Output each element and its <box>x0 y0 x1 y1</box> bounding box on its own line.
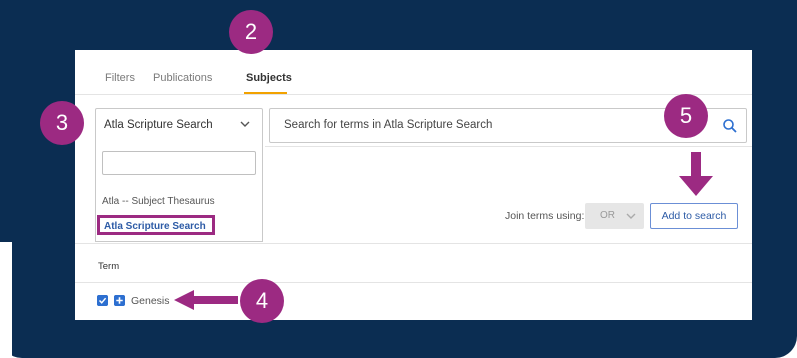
option-subject-thesaurus[interactable]: Atla -- Subject Thesaurus <box>102 196 215 207</box>
arrow-down-icon <box>679 152 713 196</box>
term-genesis[interactable]: Genesis <box>131 295 170 307</box>
option-scripture-search[interactable]: Atla Scripture Search <box>97 215 215 235</box>
join-operator-value: OR <box>600 210 615 221</box>
search-icon[interactable] <box>722 118 738 134</box>
add-to-search-button[interactable]: Add to search <box>650 203 738 229</box>
tab-filters[interactable]: Filters <box>105 72 135 84</box>
callout-2: 2 <box>229 10 273 54</box>
subject-search-panel: Filters Publications Subjects Atla Scrip… <box>75 50 752 320</box>
tab-publications[interactable]: Publications <box>153 72 212 84</box>
source-dropdown: Atla -- Subject Thesaurus Atla Scripture… <box>95 141 263 242</box>
callout-4: 4 <box>240 279 284 323</box>
arrow-left-icon <box>174 290 238 310</box>
expand-plus-icon[interactable] <box>114 295 125 306</box>
join-operator-select[interactable]: OR <box>585 203 644 229</box>
term-column-header: Term <box>98 261 120 272</box>
source-select[interactable]: Atla Scripture Search <box>95 108 263 143</box>
join-terms-label: Join terms using: <box>505 210 585 222</box>
background-notch <box>0 242 12 358</box>
dropdown-filter-input[interactable] <box>102 151 256 175</box>
option-scripture-search-label: Atla Scripture Search <box>104 221 206 232</box>
callout-5: 5 <box>664 94 708 138</box>
divider <box>75 282 752 283</box>
tab-bar: Filters Publications Subjects <box>75 50 752 95</box>
term-checkbox[interactable] <box>97 295 108 306</box>
active-tab-indicator <box>244 92 287 94</box>
divider <box>265 146 752 147</box>
source-select-value: Atla Scripture Search <box>104 119 213 131</box>
tab-subjects[interactable]: Subjects <box>246 72 292 84</box>
divider <box>75 243 752 244</box>
callout-3: 3 <box>40 101 84 145</box>
search-placeholder: Search for terms in Atla Scripture Searc… <box>284 119 493 131</box>
chevron-down-icon <box>240 121 250 127</box>
chevron-down-icon <box>626 213 636 219</box>
